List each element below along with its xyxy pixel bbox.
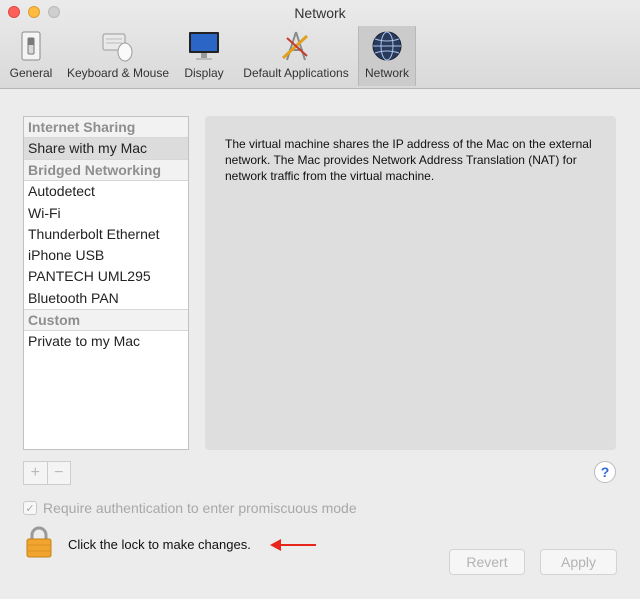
list-item-iphone-usb[interactable]: iPhone USB (24, 245, 188, 266)
list-item-pantech-uml295[interactable]: PANTECH UML295 (24, 266, 188, 287)
help-button[interactable]: ? (594, 461, 616, 483)
section-header-bridged-networking: Bridged Networking (24, 159, 188, 182)
tab-default-applications[interactable]: Default Applications (234, 26, 358, 86)
preferences-window: Network General Keyboard & Mouse Display… (0, 0, 640, 599)
network-source-list: Internet Sharing Share with my Mac Bridg… (23, 116, 189, 450)
list-item-bluetooth-pan[interactable]: Bluetooth PAN (24, 288, 188, 309)
revert-button[interactable]: Revert (449, 549, 525, 575)
section-header-internet-sharing: Internet Sharing (24, 117, 188, 138)
keyboard-mouse-icon (101, 30, 135, 62)
list-item-wifi[interactable]: Wi-Fi (24, 203, 188, 224)
toolbar: General Keyboard & Mouse Display Default… (0, 26, 416, 86)
tab-keyboard-mouse[interactable]: Keyboard & Mouse (62, 26, 174, 86)
list-item-share-with-my-mac[interactable]: Share with my Mac (24, 138, 188, 160)
tab-display[interactable]: Display (174, 26, 234, 86)
tab-network-label: Network (364, 66, 409, 80)
tab-keyboard-mouse-label: Keyboard & Mouse (66, 66, 170, 80)
checkmark-icon: ✓ (25, 502, 35, 515)
list-item-autodetect[interactable]: Autodetect (24, 181, 188, 202)
section-header-custom: Custom (24, 309, 188, 332)
add-button[interactable]: + (24, 462, 47, 484)
list-item-private-to-my-mac[interactable]: Private to my Mac (24, 331, 188, 352)
title-bar: Network General Keyboard & Mouse Display… (0, 0, 640, 89)
window-title: Network (294, 5, 346, 21)
require-auth-checkbox[interactable]: ✓ (23, 501, 37, 515)
network-description: The virtual machine shares the IP addres… (225, 137, 592, 183)
remove-button[interactable]: − (46, 462, 71, 484)
require-auth-label: Require authentication to enter promiscu… (43, 500, 357, 516)
list-item-thunderbolt-ethernet[interactable]: Thunderbolt Ethernet (24, 224, 188, 245)
tab-network[interactable]: Network (358, 26, 416, 86)
tab-general[interactable]: General (0, 26, 62, 86)
lock-message: Click the lock to make changes. (68, 537, 251, 552)
apply-button[interactable]: Apply (540, 549, 617, 575)
tab-default-applications-label: Default Applications (243, 66, 349, 80)
lock-icon[interactable] (26, 526, 52, 563)
applications-icon (279, 30, 313, 62)
network-globe-icon (370, 30, 404, 62)
description-panel: The virtual machine shares the IP addres… (205, 116, 616, 450)
auth-option: ✓ Require authentication to enter promis… (23, 500, 357, 516)
switch-icon (14, 30, 48, 62)
tab-display-label: Display (184, 66, 224, 80)
tab-general-label: General (9, 66, 53, 80)
add-remove-control: + − (23, 461, 71, 485)
arrow-left-icon (270, 539, 316, 551)
lock-row: Click the lock to make changes. (26, 526, 251, 563)
display-icon (187, 30, 221, 62)
